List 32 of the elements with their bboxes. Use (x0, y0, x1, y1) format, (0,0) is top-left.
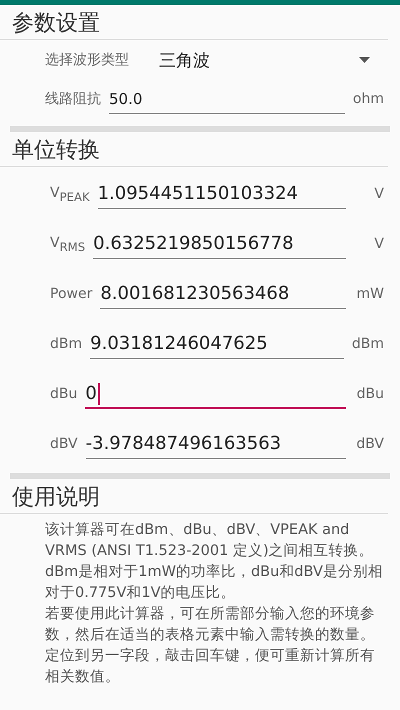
unit-label: mW (356, 286, 384, 302)
unit-label: dBV (355, 436, 384, 452)
unit-label: dBm (352, 336, 384, 352)
help-paragraph: 定位到另一字段，敲击回车键，便可重新计算所有相关数值。 (45, 646, 376, 687)
field-label: V$_{RMS}$ (50, 234, 86, 254)
unit-label: ohm (352, 91, 384, 107)
section-title: 使用说明 (0, 479, 388, 514)
field-label: Power (50, 286, 92, 302)
field-label: V$_{PEAK}$ (50, 184, 90, 204)
help-paragraph: 若要使用此计算器，可在所需部分输入您的环境参数，然后在适当的表格元素中输入需转换的数量。 (45, 604, 376, 645)
unit-label: dBu (356, 386, 384, 402)
dropdown-arrow-icon (359, 57, 370, 63)
input-field[interactable]: -3.978487496163563 (86, 429, 346, 459)
field-label: 选择波形类型 (45, 51, 129, 69)
unit-label: V (373, 236, 384, 252)
field-label: dBV (50, 436, 78, 452)
text-cursor (98, 383, 100, 405)
waveform-dropdown[interactable]: 三角波 (137, 48, 384, 72)
section-title: 参数设置 (0, 5, 388, 40)
input-field[interactable]: 0 (85, 379, 346, 409)
help-paragraph: 该计算器可在dBm、dBu、dBV、VPEAK and VRMS (ANSI T1.523-2001 定义)之间相互转换。 (45, 521, 375, 561)
unit-label: V (373, 186, 384, 202)
input-field[interactable]: 0.6325219850156778 (93, 229, 346, 259)
help-paragraph: dBm是相对于1mW的功率比，dBu和dBV是分别相对于0.775V和1V的电压比。 (45, 562, 384, 603)
field-label: dBm (50, 336, 82, 352)
input-field[interactable]: 8.001681230563468 (100, 279, 346, 309)
section-title: 单位转换 (0, 132, 388, 167)
field-label: 线路阻抗 (45, 90, 101, 108)
field-label: dBu (50, 386, 78, 402)
input-field[interactable]: 9.03181246047625 (90, 329, 344, 359)
input-field[interactable]: 1.0954451150103324 (98, 179, 346, 209)
input-field[interactable]: 50.0 (109, 84, 345, 114)
